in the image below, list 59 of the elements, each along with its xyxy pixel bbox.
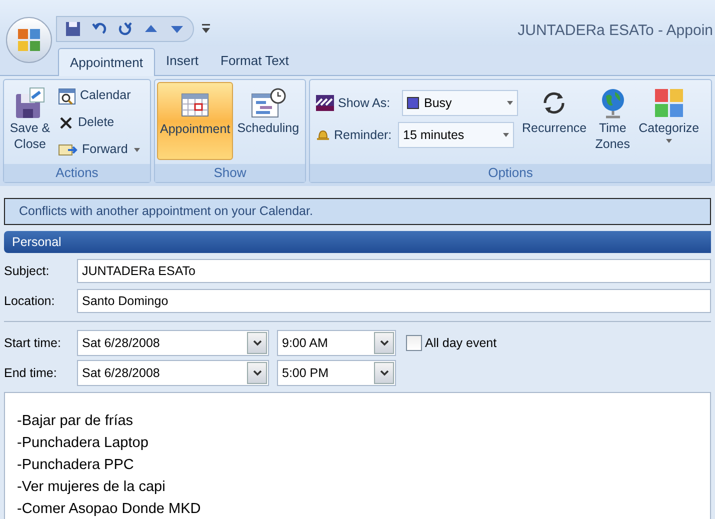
color-squares-icon [16,27,42,53]
field-label: End time: [4,364,58,382]
caret-icon [507,101,513,105]
dropdown-field[interactable]: 15 minutes [398,122,514,148]
ribbon-tab[interactable]: Appointment [58,48,155,76]
group-label: Options [310,164,711,182]
chevron-down-icon [247,362,267,384]
body-line: -Bajar par de frías [17,412,134,431]
ribbon-button[interactable]: Save & Close [6,82,54,160]
chevron-down-icon [374,362,394,384]
field-label: Show As: [338,94,392,112]
text-field[interactable]: JUNTADERa ESATo [77,259,711,283]
globe-icon [600,86,626,120]
chevron-down-icon [247,332,267,354]
ribbon-button[interactable]: Delete [56,112,142,133]
ribbon-tab[interactable]: Insert [155,47,210,75]
message-body[interactable]: -Bajar par de frías -Punchadera Laptop -Punchadera PPC -Ver mujeres de la capi -Comer Asopao Donde MKD [4,392,711,519]
dropdown-field[interactable]: 5:00 PM [277,360,396,386]
ribbon-button[interactable]: Forward [56,139,142,160]
chevron-down-icon [374,332,394,354]
caret-icon [503,133,509,137]
dropdown-field[interactable]: 9:00 AM [277,330,396,356]
section-header: Personal [4,231,711,253]
ribbon-tab[interactable]: Format Text [210,47,300,75]
field-label: Location: [4,292,56,310]
ribbon-button[interactable]: Calendar [56,85,142,106]
checkbox[interactable] [406,335,422,351]
field-label: Start time: [4,334,62,352]
bell-icon [316,128,330,142]
close-icon [58,114,74,130]
dropdown-field[interactable]: Busy [402,90,518,116]
office-logo-button[interactable] [6,17,52,63]
color-squares-icon [654,86,684,120]
text-field[interactable]: Santo Domingo [77,289,711,313]
customize-toolbar-icon[interactable] [202,24,210,33]
field-label: Reminder: [334,126,393,144]
body-line: -Ver mujeres de la capi [17,478,166,497]
redo-icon[interactable] [117,21,133,37]
calendar-magnifier-icon [58,86,76,104]
ribbon-button[interactable]: Recurrence [520,82,589,160]
group-label: Actions [4,164,150,182]
group-label: Show [155,164,305,182]
schedule-clock-icon [250,86,286,120]
ribbon-button[interactable]: Time Zones [590,82,635,160]
field-label: Subject: [4,262,50,280]
checkbox-label: All day event [425,334,497,352]
ribbon-button[interactable]: Appointment [157,82,234,160]
body-line: -Punchadera Laptop [17,434,150,453]
dropdown-field[interactable]: Sat 6/28/2008 [77,330,269,356]
ribbon-button[interactable]: Scheduling [235,82,302,160]
body-line: -Comer Asopao Donde MKD [17,500,202,519]
ribbon-button[interactable]: Categorize [636,82,702,160]
info-bar: Conflicts with another appointment on your Calendar. [4,198,711,225]
body-line: -Punchadera PPC [17,456,135,475]
floppy-disk-icon [14,86,46,120]
undo-icon[interactable] [91,21,107,37]
striped-square-icon [316,95,334,111]
window-title: JUNTADERa ESATo - Appoin [518,21,714,41]
dropdown-field[interactable]: Sat 6/28/2008 [77,360,269,386]
